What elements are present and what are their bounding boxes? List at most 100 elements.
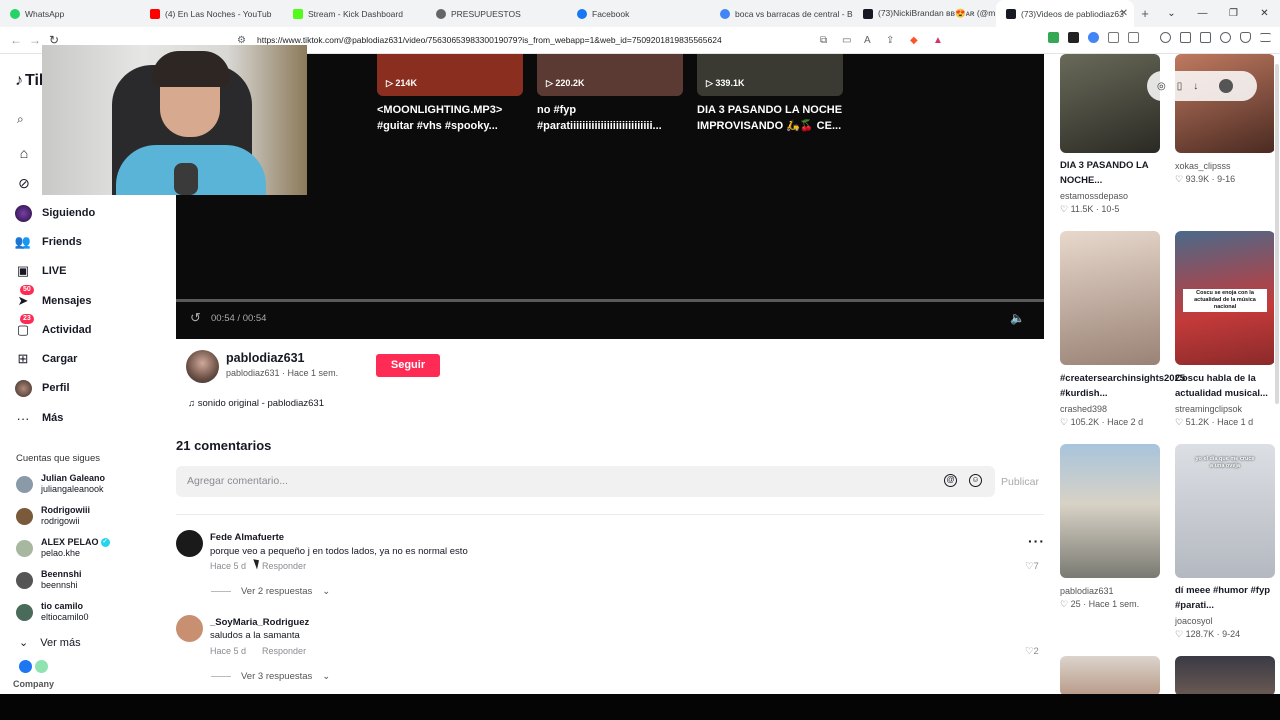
followed-account[interactable]: Julian Galeano juliangaleanook [16,473,105,495]
emoji-icon[interactable]: ☺ [969,474,982,487]
wallet-icon[interactable] [1200,32,1211,43]
follow-button[interactable]: Seguir [376,354,440,377]
recommended-video-thumbnail[interactable]: yo el día que me cruce a una oveja [1175,444,1275,578]
recommended-video-author[interactable]: streamingclipsok [1175,404,1242,414]
tab-facebook[interactable]: Facebook [567,0,710,27]
recommended-video-thumbnail[interactable] [1060,54,1160,153]
recommended-video-thumbnail[interactable] [1060,444,1160,578]
scrollbar[interactable] [1274,54,1280,414]
comment-author[interactable]: _SoyMaria_Rodriguez [210,617,309,628]
related-video-thumbnail[interactable]: ▷ 220.2K [537,54,683,96]
nav-actividad[interactable]: ▢ 23 Actividad [14,314,164,341]
menu-icon[interactable] [1260,33,1271,42]
company-link[interactable]: Company [13,679,54,689]
maximize-icon[interactable]: ❐ [1218,0,1249,27]
pip-icon[interactable]: ⧉ [820,30,827,51]
cast-icon[interactable]: ▭ [842,30,851,51]
reply-button[interactable]: Responder [262,646,306,656]
publish-button[interactable]: Publicar [1001,476,1039,488]
recommended-video-title[interactable]: dí meee #humor #fyp #parati... [1175,583,1279,613]
extension-icon[interactable] [1128,32,1139,43]
tab-search-icon[interactable]: ⌄ [1156,0,1187,27]
close-tab-icon[interactable]: ✕ [1120,8,1128,19]
related-video-title[interactable]: DIA 3 PASANDO LA NOCHE IMPROVISANDO 🛵🍒 C… [697,102,847,134]
followed-account[interactable]: Beennshi beennshi [16,569,82,591]
url-input[interactable]: https://www.tiktok.com/@pablodiaz631/vid… [203,30,953,51]
nav-cargar[interactable]: ⊞ Cargar [14,348,164,370]
sidebar-toggle-icon[interactable] [1180,32,1191,43]
comment-author[interactable]: Fede Almafuerte [210,532,284,543]
author-name[interactable]: pablodiaz631 [226,351,305,365]
live-avatar-icon[interactable] [19,660,32,673]
live-avatar-icon[interactable] [35,660,48,673]
nav-mas[interactable]: ··· Más [14,407,164,429]
comment-avatar[interactable] [176,615,203,642]
sound-link[interactable]: ♫ sonido original - pablodiaz631 [188,398,324,409]
volume-icon[interactable]: 🔈 [1010,311,1025,325]
recommended-video-title[interactable]: #creatersearchinsights2025 #kurdish... [1060,371,1185,401]
related-video-title[interactable]: <MOONLIGHTING.MP3> #guitar #vhs #spooky.… [377,102,537,134]
tab-whatsapp[interactable]: WhatsApp [0,0,140,27]
followed-account[interactable]: tio camilo eltiocamilo0 [16,601,89,623]
video-progress-bar[interactable] [176,299,1044,302]
extensions-puzzle-icon[interactable] [1108,32,1119,43]
pin-icon[interactable]: ◎ [1157,81,1166,92]
media-icon[interactable] [1160,32,1171,43]
mention-icon[interactable]: @ [944,474,957,487]
vpn-shield-icon[interactable] [1240,32,1251,43]
recommended-video-thumbnail[interactable] [1175,54,1275,153]
forward-icon[interactable]: → [29,33,41,47]
see-more-button[interactable]: ⌄ Ver más [19,636,81,650]
nav-mensajes[interactable]: ➤ 50 Mensajes [14,285,164,312]
recommended-video-author[interactable]: xokas_clipsss [1175,161,1231,171]
recommended-video-thumbnail[interactable] [1175,656,1275,696]
nav-friends[interactable]: 👥 Friends [14,231,164,253]
explore-icon[interactable]: ⊘ [15,175,33,192]
related-video-title[interactable]: no #fyp #paratiiiiiiiiiiiiiiiiiiiiiiiiii… [537,102,677,134]
comment-avatar[interactable] [176,530,203,557]
recommended-video-author[interactable]: pablodiaz631 [1060,586,1114,596]
recommended-video-author[interactable]: crashed398 [1060,404,1107,414]
replay-icon[interactable]: ↺ [190,310,201,326]
download-icon[interactable]: ↓ [1193,81,1198,92]
followed-account[interactable]: Rodrigowiii rodrigowii [16,505,90,527]
author-avatar[interactable] [186,350,219,383]
tab-tiktok-active[interactable]: (73)Videos de pabliodiaz63 ✕ [996,0,1134,27]
tab-tiktok-nicki[interactable]: (73)NickiBrandan вв😍ᴀʀ (@m [853,0,996,27]
nav-live[interactable]: ▣ LIVE [14,260,164,282]
related-video-thumbnail[interactable]: ▷ 214K [377,54,523,96]
tab-google[interactable]: boca vs barracas de central - B [710,0,853,27]
nav-perfil[interactable]: Perfil [14,377,164,399]
home-icon[interactable]: ⌂ [15,145,33,161]
rewards-icon[interactable]: ▲ [933,30,943,51]
recommended-video-title[interactable]: Coscu habla de la actualidad musical... [1175,371,1279,401]
comment-input[interactable]: Agregar comentario... [176,466,995,497]
leo-ai-icon[interactable] [1220,32,1231,43]
share-icon[interactable]: ⇪ [886,30,894,51]
close-window-icon[interactable]: ✕ [1249,0,1280,27]
nav-siguiendo[interactable]: Siguiendo [14,202,164,224]
recommended-video-author[interactable]: estamossdepaso [1060,191,1128,201]
tab-kick[interactable]: Stream - Kick Dashboard [283,0,426,27]
recommended-video-thumbnail[interactable]: Coscu se enoja con la actualidad de la m… [1175,231,1275,365]
translate-icon[interactable]: A [864,30,871,51]
comment-like[interactable]: ♡7 [1025,561,1039,572]
brave-shield-icon[interactable]: ◆ [910,30,918,51]
comment-like[interactable]: ♡2 [1025,646,1039,657]
avatar-icon[interactable] [1219,79,1234,93]
recommended-video-title[interactable]: DIA 3 PASANDO LA NOCHE... [1060,158,1164,188]
search-icon[interactable]: ⌕ [17,112,24,127]
reply-button[interactable]: Responder [262,561,306,571]
extension-icon[interactable] [1048,32,1059,43]
recommended-video-thumbnail[interactable] [1060,656,1160,696]
recommended-video-thumbnail[interactable] [1060,231,1160,365]
extension-icon[interactable] [1068,32,1079,43]
phone-icon[interactable]: ▯ [1177,81,1183,92]
view-replies-button[interactable]: Ver 3 respuestas ⌄ [211,671,330,682]
view-replies-button[interactable]: Ver 2 respuestas ⌄ [211,586,330,597]
new-tab-button[interactable]: + [1134,6,1156,21]
tab-presupuestos[interactable]: PRESUPUESTOS [426,0,567,27]
followed-account[interactable]: ALEX PELAO ✓ pelao.khe [16,537,110,559]
comment-options-icon[interactable]: ··· [1028,533,1045,549]
back-icon[interactable]: ← [10,33,22,47]
